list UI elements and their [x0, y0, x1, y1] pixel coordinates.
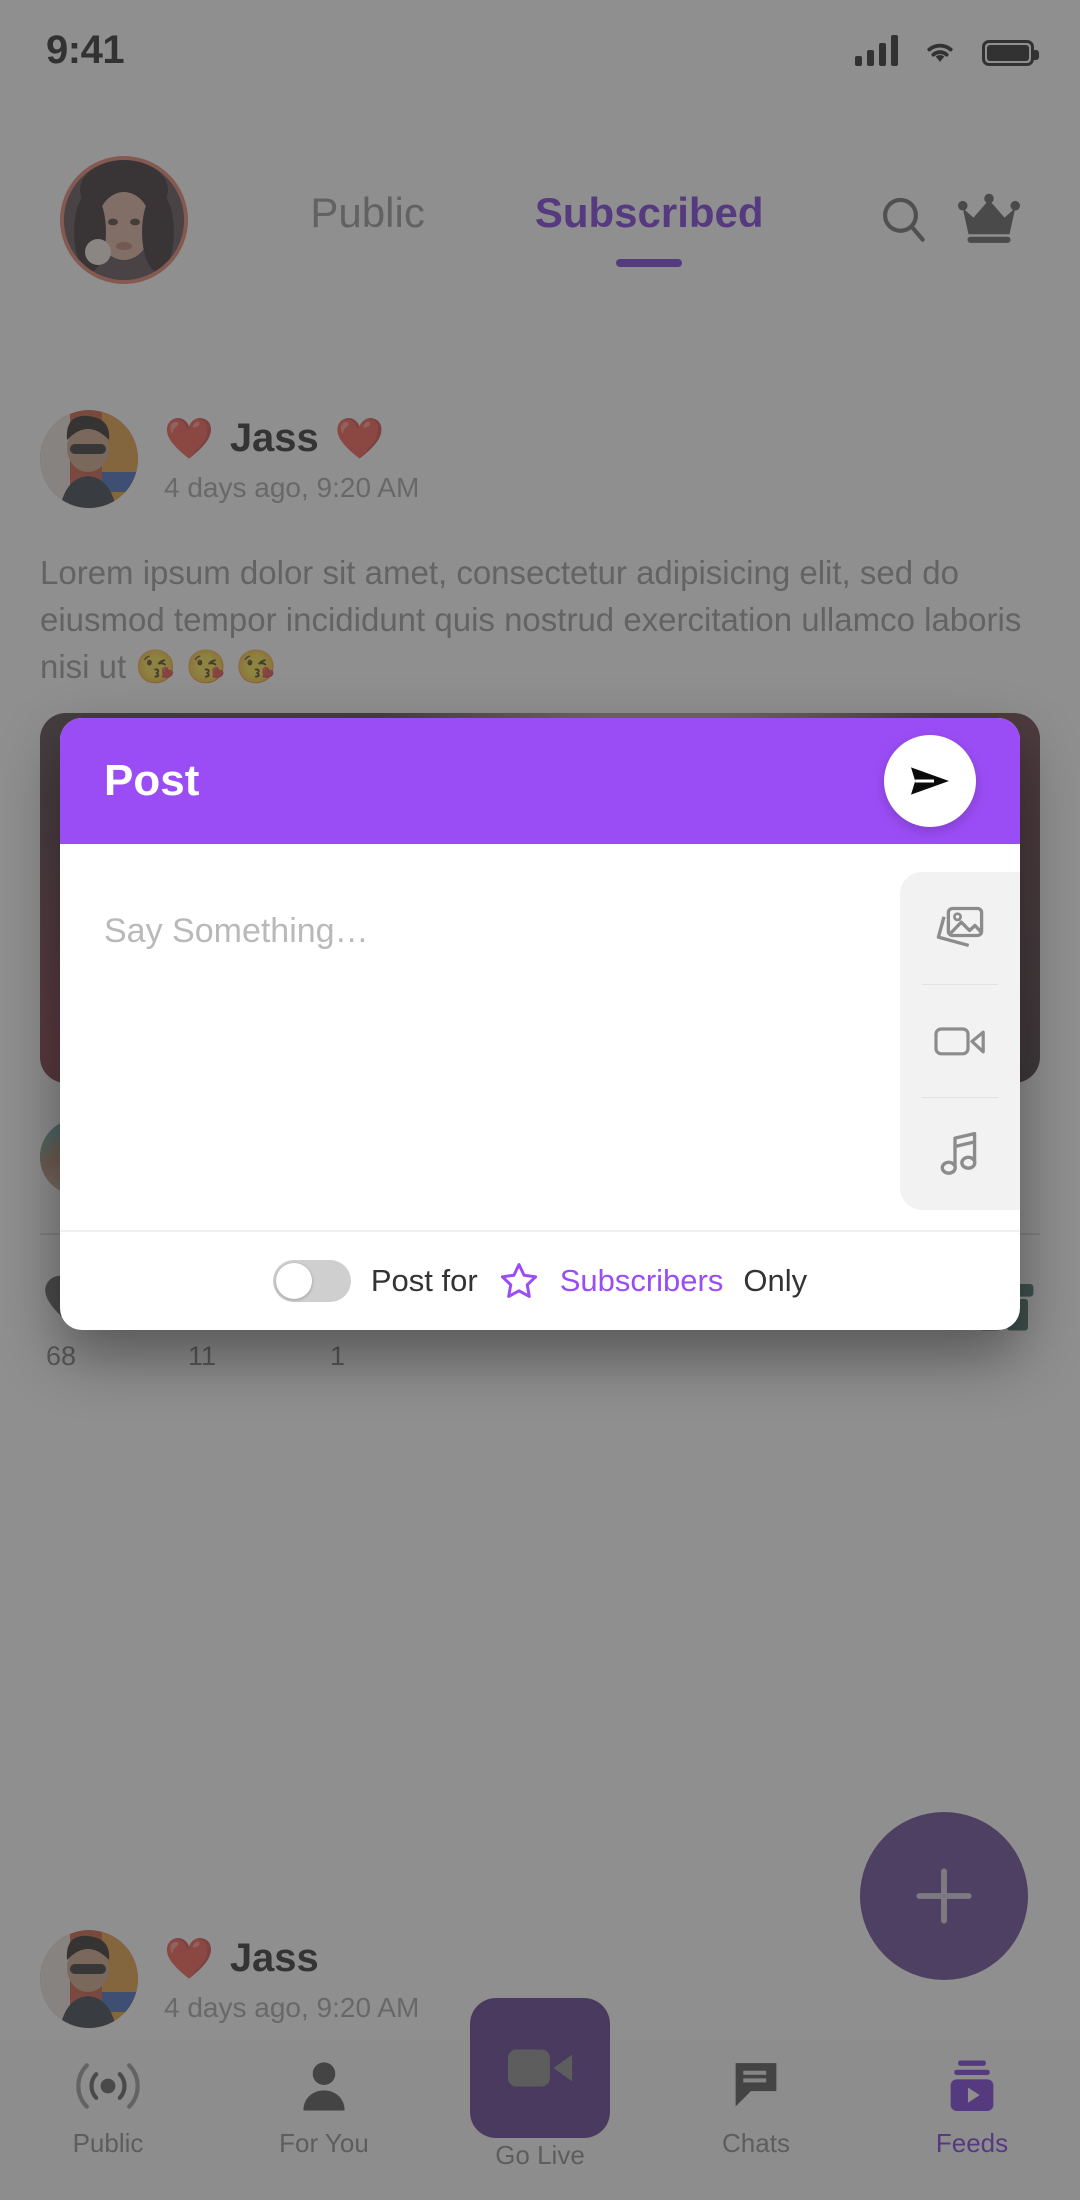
send-button[interactable] [884, 735, 976, 827]
attach-video-button[interactable] [900, 985, 1020, 1097]
toggle-knob [275, 1263, 312, 1299]
attachment-rail [900, 872, 1020, 1210]
photo-icon [936, 906, 984, 948]
subscribers-only-toggle[interactable] [272, 1260, 351, 1302]
modal-footer: Post for Subscribers Only [60, 1230, 1020, 1330]
modal-body: Say Something… [60, 844, 1020, 1230]
music-icon [940, 1131, 977, 1175]
subscribers-label: Subscribers [559, 1263, 724, 1298]
modal-title: Post [104, 756, 200, 805]
send-icon [911, 767, 949, 795]
post-composer-modal: Post Say Something… Post for Subscribers… [60, 718, 1020, 1330]
star-icon [500, 1263, 537, 1298]
attach-music-button[interactable] [900, 1098, 1020, 1210]
attach-photo-button[interactable] [900, 872, 1020, 984]
post-for-label: Post for [370, 1263, 478, 1298]
video-icon [934, 1027, 985, 1056]
only-label: Only [743, 1263, 808, 1298]
modal-header: Post [60, 718, 1020, 844]
compose-input[interactable]: Say Something… [104, 912, 369, 951]
